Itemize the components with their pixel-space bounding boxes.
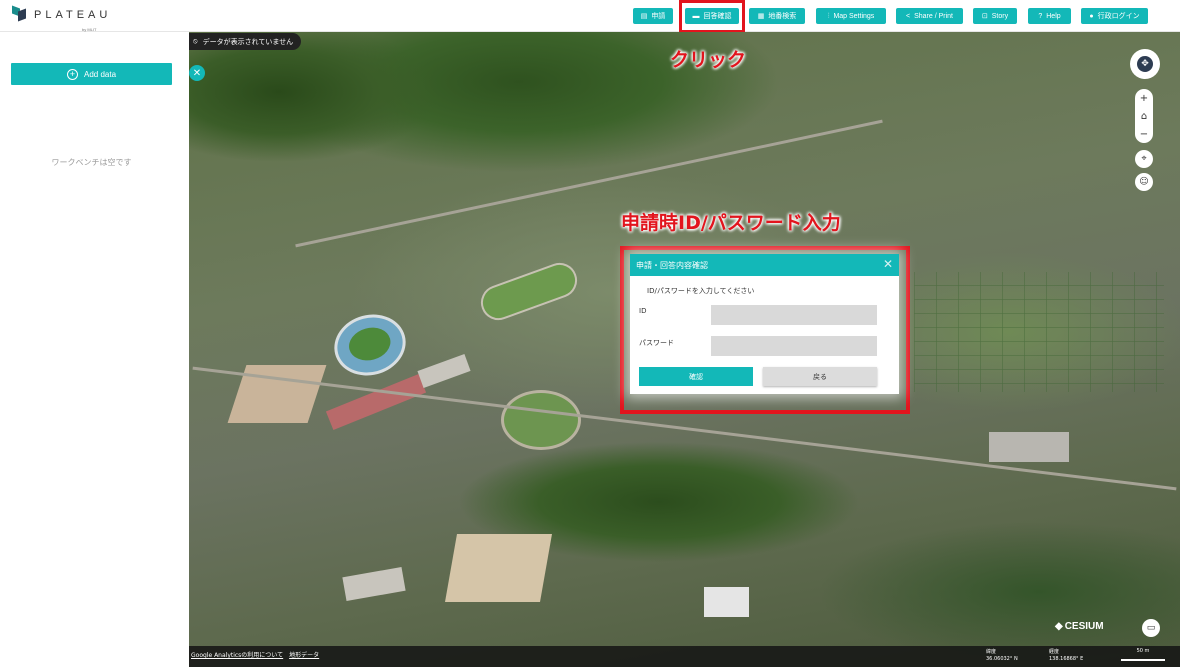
story-button-label: Story xyxy=(991,12,1009,20)
help-button[interactable]: ? Help xyxy=(1028,8,1071,24)
scale-bar: 50 m xyxy=(1121,648,1165,661)
workbench-panel: + Add data ワークベンチは空です xyxy=(0,32,189,667)
dialog-title: 申請・回答内容確認 xyxy=(636,260,708,270)
pedestrian-mode-button[interactable]: ☺ xyxy=(1135,173,1153,191)
longitude-value: 138.16868° E xyxy=(1049,656,1084,662)
scale-bar-line xyxy=(1121,659,1165,661)
story-icon: ⊡ xyxy=(981,12,988,20)
no-data-notice-text: データが表示されていません xyxy=(202,37,294,46)
confirm-button[interactable]: 確認 xyxy=(639,367,753,386)
plateau-logo[interactable]: PLATEAU by MLIT xyxy=(12,5,112,32)
footer-links: Google Analyticsの利用について 地形データ xyxy=(191,650,319,659)
home-icon[interactable]: ⌂ xyxy=(1141,111,1147,122)
sports-ground xyxy=(476,257,582,326)
annotation-id-password: 申請時ID/パスワード入力 xyxy=(621,212,841,234)
id-label: ID xyxy=(639,307,647,315)
zoom-controls: + ⌂ − xyxy=(1135,89,1153,143)
lot-search-button[interactable]: ▦ 地番検索 xyxy=(749,8,805,24)
compass-icon: ✥ xyxy=(1137,56,1153,72)
map-settings-button-label: Map Settings xyxy=(833,12,875,20)
person-icon: ☺ xyxy=(1139,177,1149,187)
dialog-prompt: ID/パスワードを入力してください xyxy=(647,287,755,295)
add-data-button[interactable]: + Add data xyxy=(11,63,172,85)
answer-check-highlight-box xyxy=(679,0,745,33)
id-input[interactable] xyxy=(711,305,877,325)
latitude-readout: 緯度 36.06032° N xyxy=(986,649,1018,663)
admin-login-button-label: 行政ログイン xyxy=(1097,13,1140,20)
dialog-close-icon[interactable]: ✕ xyxy=(883,258,893,270)
feedback-button[interactable]: ▭ xyxy=(1142,619,1160,637)
lot-search-button-label: 地番検索 xyxy=(768,13,797,20)
top-header: PLATEAU by MLIT ▤ 申請 ▬ 回答確認 ▦ 地番検索 ⫶ Map… xyxy=(0,0,1180,33)
apply-button[interactable]: ▤ 申請 xyxy=(633,8,673,24)
zoom-out-icon[interactable]: − xyxy=(1140,129,1148,140)
latitude-value: 36.06032° N xyxy=(986,656,1018,662)
compass-control[interactable]: ✥ xyxy=(1130,49,1160,79)
user-icon: ● xyxy=(1089,12,1094,20)
cesium-attribution-text: CESIUM xyxy=(1064,621,1104,632)
story-button[interactable]: ⊡ Story xyxy=(973,8,1017,24)
building xyxy=(417,353,471,389)
add-data-label: Add data xyxy=(83,69,117,79)
logo-text: PLATEAU xyxy=(34,9,112,21)
annotation-click: クリック xyxy=(670,49,747,71)
building xyxy=(342,566,406,602)
terrain-data-link[interactable]: 地形データ xyxy=(289,650,319,659)
chat-icon: ▭ xyxy=(1146,623,1156,633)
close-icon: ✕ xyxy=(192,67,202,79)
farmland-area xyxy=(914,272,1164,392)
zoom-in-icon[interactable]: + xyxy=(1140,93,1148,104)
password-label: パスワード xyxy=(639,339,674,347)
map-bottom-bar: Google Analyticsの利用について 地形データ 緯度 36.0603… xyxy=(189,646,1180,667)
no-data-notice: ⦸ データが表示されていません xyxy=(189,33,302,50)
cesium-attribution[interactable]: ◆ CESIUM xyxy=(1055,621,1104,632)
scale-label: 50 m xyxy=(1136,648,1150,654)
cesium-logo-icon: ◆ xyxy=(1055,621,1063,632)
password-input[interactable] xyxy=(711,336,877,356)
baseball-field xyxy=(501,390,581,450)
plateau-logo-icon xyxy=(12,5,26,23)
locate-button[interactable]: ⌖ xyxy=(1135,150,1153,168)
dialog-title-bar: 申請・回答内容確認 ✕ xyxy=(630,254,899,276)
sports-field xyxy=(445,534,552,602)
no-signal-icon: ⦸ xyxy=(193,37,198,45)
document-icon: ▤ xyxy=(640,12,648,20)
stadium xyxy=(327,306,413,384)
close-panel-button[interactable]: ✕ xyxy=(189,65,205,81)
analytics-link[interactable]: Google Analyticsの利用について xyxy=(191,650,283,659)
back-button[interactable]: 戻る xyxy=(763,367,877,386)
building xyxy=(704,587,749,617)
plus-circle-icon: + xyxy=(66,68,78,80)
share-icon: < xyxy=(905,12,911,20)
workbench-empty-message: ワークベンチは空です xyxy=(51,158,132,167)
latitude-label: 緯度 xyxy=(986,649,997,655)
admin-login-button[interactable]: ● 行政ログイン xyxy=(1081,8,1148,24)
map-settings-button[interactable]: ⫶ Map Settings xyxy=(816,8,886,24)
share-print-button[interactable]: < Share / Print xyxy=(896,8,963,24)
crosshair-icon: ⌖ xyxy=(1141,154,1147,164)
sliders-icon: ⫶ xyxy=(827,12,830,20)
app-root: PLATEAU by MLIT ▤ 申請 ▬ 回答確認 ▦ 地番検索 ⫶ Map… xyxy=(0,0,1180,667)
answer-check-dialog: 申請・回答内容確認 ✕ ID/パスワードを入力してください ID パスワード 確… xyxy=(630,254,899,394)
building-icon: ▦ xyxy=(757,12,765,20)
apply-button-label: 申請 xyxy=(651,13,666,20)
help-button-label: Help xyxy=(1046,12,1061,20)
tennis-courts xyxy=(325,373,427,431)
share-print-button-label: Share / Print xyxy=(914,12,953,20)
help-icon: ? xyxy=(1038,12,1043,20)
map-view[interactable]: ⦸ データが表示されていません ✕ クリック 申請時ID/パスワード入力 申請・… xyxy=(189,32,1180,667)
longitude-label: 経度 xyxy=(1049,649,1060,655)
building xyxy=(989,432,1069,462)
longitude-readout: 経度 138.16868° E xyxy=(1049,649,1083,663)
